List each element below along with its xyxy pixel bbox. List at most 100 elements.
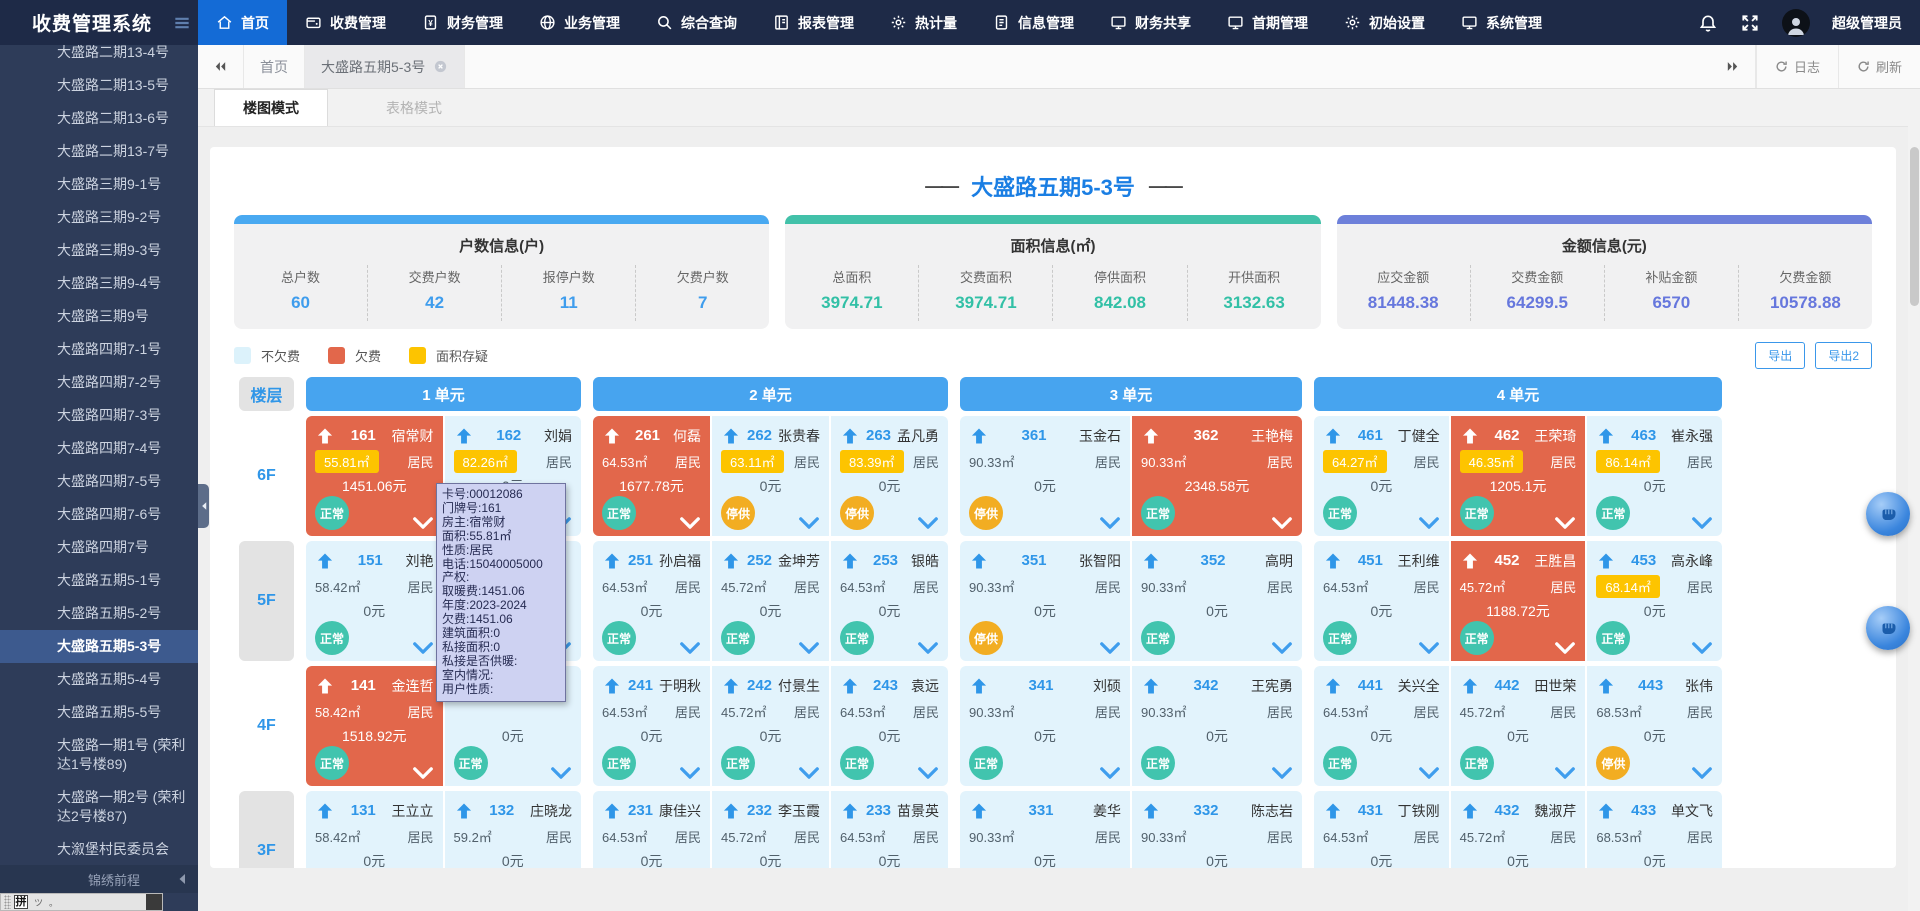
ime-punctuation-icon[interactable]: ツ bbox=[34, 896, 43, 909]
sidebar-item-10[interactable]: 大盛路四期7-2号 bbox=[0, 366, 198, 399]
unit-cell[interactable]: 241于明秋64.53㎡居民0元正常 bbox=[593, 666, 710, 786]
unit-cell[interactable]: 441关兴全64.53㎡居民0元正常 bbox=[1314, 666, 1449, 786]
unit-cell[interactable]: 141金连哲58.42㎡居民1518.92元正常 bbox=[306, 666, 443, 786]
chevron-down-icon[interactable] bbox=[1099, 516, 1121, 530]
sidebar-item-5[interactable]: 大盛路三期9-2号 bbox=[0, 201, 198, 234]
chevron-down-icon[interactable] bbox=[1099, 766, 1121, 780]
sidebar-item-4[interactable]: 大盛路三期9-1号 bbox=[0, 168, 198, 201]
nav-item-9[interactable]: 首期管理 bbox=[1209, 0, 1326, 45]
hamburger-icon[interactable] bbox=[172, 13, 192, 33]
sidebar-item-0[interactable]: 大盛路二期13-4号 bbox=[0, 45, 198, 69]
unit-cell[interactable]: 362王艳梅90.33㎡居民2348.58元正常 bbox=[1132, 416, 1302, 536]
chevron-down-icon[interactable] bbox=[412, 516, 434, 530]
tabs-scroll-left-icon[interactable] bbox=[198, 45, 244, 88]
chevron-down-icon[interactable] bbox=[1271, 766, 1293, 780]
sidebar-item-6[interactable]: 大盛路三期9-3号 bbox=[0, 234, 198, 267]
chevron-down-icon[interactable] bbox=[1099, 641, 1121, 655]
tabs-scroll-right-icon[interactable] bbox=[1710, 45, 1756, 88]
sidebar-item-12[interactable]: 大盛路四期7-4号 bbox=[0, 432, 198, 465]
unit-cell[interactable]: 452王胜昌45.72㎡居民1188.72元正常 bbox=[1451, 541, 1586, 661]
unit-cell[interactable]: 462王荣琦46.35㎡居民1205.1元正常 bbox=[1451, 416, 1586, 536]
sidebar-item-14[interactable]: 大盛路四期7-6号 bbox=[0, 498, 198, 531]
user-name[interactable]: 超级管理员 bbox=[1832, 13, 1902, 33]
unit-cell[interactable]: 151刘艳58.42㎡居民0元正常 bbox=[306, 541, 443, 661]
chevron-down-icon[interactable] bbox=[1691, 641, 1713, 655]
mode-tab-0[interactable]: 楼图模式 bbox=[214, 89, 328, 126]
bell-icon[interactable] bbox=[1698, 13, 1718, 33]
chevron-down-icon[interactable] bbox=[1271, 516, 1293, 530]
unit-cell[interactable]: 243袁远64.53㎡居民0元正常 bbox=[831, 666, 948, 786]
chevron-down-icon[interactable] bbox=[412, 641, 434, 655]
nav-item-11[interactable]: 系统管理 bbox=[1443, 0, 1560, 45]
chevron-down-icon[interactable] bbox=[550, 766, 572, 780]
chevron-down-icon[interactable] bbox=[1691, 766, 1713, 780]
chevron-down-icon[interactable] bbox=[679, 516, 701, 530]
unit-cell[interactable]: 352高明90.33㎡居民0元正常 bbox=[1132, 541, 1302, 661]
export-button-1[interactable]: 导出2 bbox=[1815, 342, 1872, 369]
export-button-0[interactable]: 导出 bbox=[1755, 342, 1805, 369]
unit-cell[interactable]: 253银皓64.53㎡居民0元正常 bbox=[831, 541, 948, 661]
unit-cell[interactable]: 231康佳兴64.53㎡居民0元 bbox=[593, 791, 710, 868]
chevron-down-icon[interactable] bbox=[798, 766, 820, 780]
unit-cell[interactable]: 132庄晓龙59.2㎡居民0元 bbox=[445, 791, 582, 868]
ime-mode-icon[interactable]: 。 bbox=[49, 896, 58, 909]
chevron-down-icon[interactable] bbox=[1554, 516, 1576, 530]
sidebar-item-2[interactable]: 大盛路二期13-6号 bbox=[0, 102, 198, 135]
ime-bar[interactable]: 拼 ツ 。 bbox=[0, 893, 163, 911]
chevron-down-icon[interactable] bbox=[917, 766, 939, 780]
chevron-down-icon[interactable] bbox=[1418, 766, 1440, 780]
sidebar-item-18[interactable]: 大盛路五期5-3号 bbox=[0, 630, 198, 663]
chevron-down-icon[interactable] bbox=[1271, 641, 1293, 655]
sidebar-item-21[interactable]: 大盛路一期1号 (荣利达1号楼89) bbox=[0, 729, 198, 781]
unit-cell[interactable]: 331姜华90.33㎡居民0元 bbox=[960, 791, 1130, 868]
chevron-down-icon[interactable] bbox=[412, 766, 434, 780]
unit-cell[interactable]: 433单文飞68.53㎡居民0元 bbox=[1587, 791, 1722, 868]
scrollbar-thumb[interactable] bbox=[1910, 147, 1919, 306]
sidebar-item-15[interactable]: 大盛路四期7号 bbox=[0, 531, 198, 564]
nav-item-1[interactable]: 收费管理 bbox=[287, 0, 404, 45]
unit-cell[interactable]: 361玉金石90.33㎡居民0元停供 bbox=[960, 416, 1130, 536]
ime-drag-handle[interactable] bbox=[4, 895, 11, 909]
chevron-down-icon[interactable] bbox=[798, 516, 820, 530]
unit-cell[interactable]: 242付景生45.72㎡居民0元正常 bbox=[712, 666, 829, 786]
unit-cell[interactable]: 463崔永强86.14㎡居民0元正常 bbox=[1587, 416, 1722, 536]
sidebar-item-22[interactable]: 大盛路一期2号 (荣利达2号楼87) bbox=[0, 781, 198, 833]
sidebar-item-13[interactable]: 大盛路四期7-5号 bbox=[0, 465, 198, 498]
unit-cell[interactable]: 251孙启福64.53㎡居民0元正常 bbox=[593, 541, 710, 661]
sidebar-item-7[interactable]: 大盛路三期9-4号 bbox=[0, 267, 198, 300]
unit-cell[interactable]: 453高永峰68.14㎡居民0元正常 bbox=[1587, 541, 1722, 661]
sidebar-item-23[interactable]: 大溆堡村民委员会 bbox=[0, 833, 198, 866]
sidebar-item-16[interactable]: 大盛路五期5-1号 bbox=[0, 564, 198, 597]
unit-cell[interactable]: 263孟凡勇83.39㎡居民0元停供 bbox=[831, 416, 948, 536]
nav-item-10[interactable]: 初始设置 bbox=[1326, 0, 1443, 45]
sidebar-item-8[interactable]: 大盛路三期9号 bbox=[0, 300, 198, 333]
sidebar-footer[interactable]: 锦绣前程 bbox=[0, 865, 198, 893]
unit-cell[interactable]: 461丁健全64.27㎡居民0元正常 bbox=[1314, 416, 1449, 536]
nav-item-3[interactable]: 业务管理 bbox=[521, 0, 638, 45]
unit-cell[interactable]: 341刘硕90.33㎡居民0元正常 bbox=[960, 666, 1130, 786]
unit-cell[interactable]: 342王宪勇90.33㎡居民0元正常 bbox=[1132, 666, 1302, 786]
chevron-down-icon[interactable] bbox=[679, 641, 701, 655]
tab-1[interactable]: 大盛路五期5-3号 bbox=[305, 45, 465, 88]
nav-item-8[interactable]: 财务共享 bbox=[1092, 0, 1209, 45]
unit-cell[interactable]: 252金坤芳45.72㎡居民0元正常 bbox=[712, 541, 829, 661]
unit-cell[interactable]: 131王立立58.42㎡居民0元 bbox=[306, 791, 443, 868]
chevron-down-icon[interactable] bbox=[798, 641, 820, 655]
chevron-down-icon[interactable] bbox=[1554, 766, 1576, 780]
close-icon[interactable] bbox=[433, 59, 448, 74]
sidebar-item-1[interactable]: 大盛路二期13-5号 bbox=[0, 69, 198, 102]
unit-cell[interactable]: 261何磊64.53㎡居民1677.78元正常 bbox=[593, 416, 710, 536]
chevron-down-icon[interactable] bbox=[1418, 641, 1440, 655]
collapse-left-icon[interactable] bbox=[178, 873, 186, 885]
sidebar-item-3[interactable]: 大盛路二期13-7号 bbox=[0, 135, 198, 168]
chevron-down-icon[interactable] bbox=[917, 516, 939, 530]
sidebar-item-17[interactable]: 大盛路五期5-2号 bbox=[0, 597, 198, 630]
tab-0[interactable]: 首页 bbox=[244, 45, 305, 88]
nav-item-2[interactable]: ¥财务管理 bbox=[404, 0, 521, 45]
chevron-down-icon[interactable] bbox=[1418, 516, 1440, 530]
unit-cell[interactable]: 443张伟68.53㎡居民0元停供 bbox=[1587, 666, 1722, 786]
floating-action-button-1[interactable] bbox=[1866, 492, 1910, 536]
chevron-down-icon[interactable] bbox=[679, 766, 701, 780]
log-button[interactable]: 日志 bbox=[1756, 45, 1838, 88]
chevron-down-icon[interactable] bbox=[917, 641, 939, 655]
